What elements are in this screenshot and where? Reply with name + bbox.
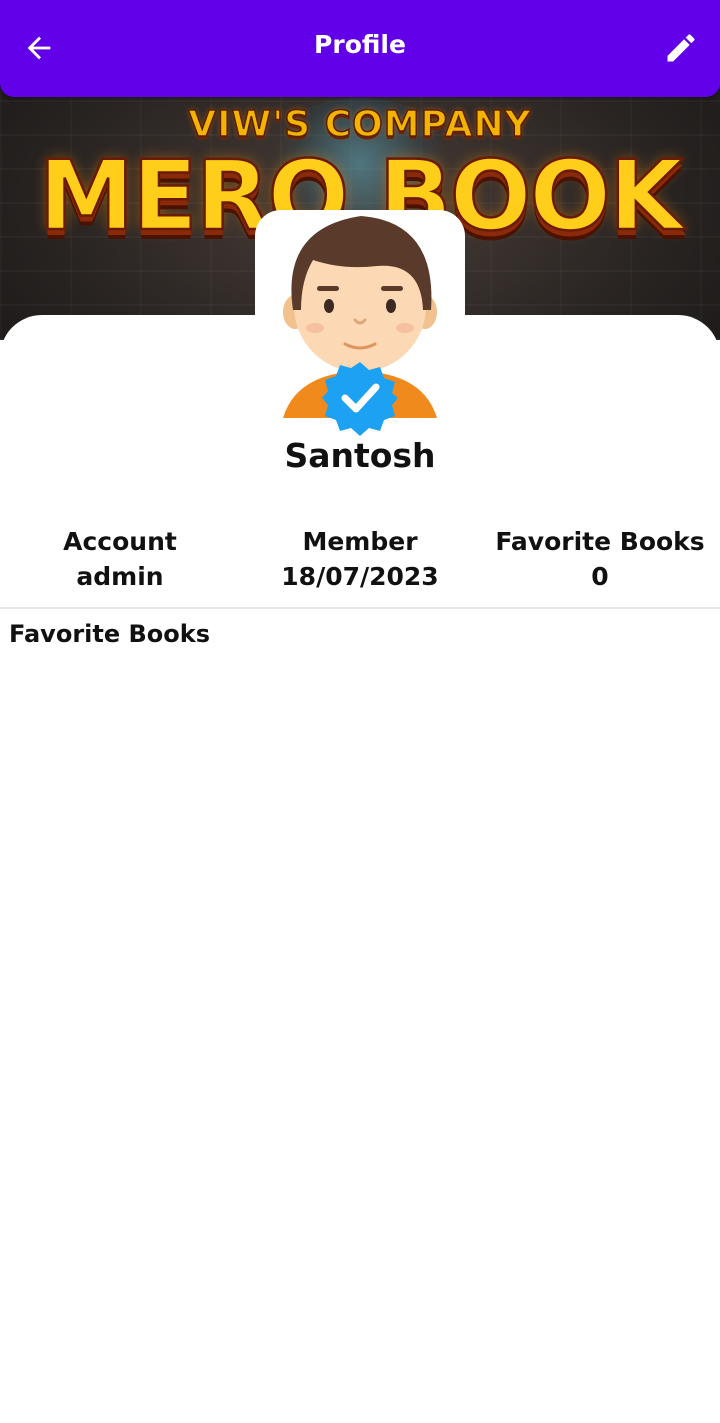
favorite-books-heading: Favorite Books — [9, 620, 210, 648]
stat-account-label: Account — [63, 527, 177, 556]
divider — [0, 607, 720, 609]
pencil-edit-icon — [667, 34, 695, 62]
stat-favorite-books-label: Favorite Books — [495, 527, 705, 556]
profile-name: Santosh — [284, 436, 436, 475]
verified-badge-icon — [322, 362, 398, 436]
stat-member: Member 18/07/2023 — [240, 524, 480, 594]
app-bar: Profile — [0, 0, 720, 97]
stat-favorite-books: Favorite Books 0 — [480, 524, 720, 594]
profile-card — [0, 315, 720, 1423]
stat-account: Account admin — [0, 524, 240, 594]
edit-profile-button[interactable] — [657, 24, 705, 72]
stat-member-label: Member — [302, 527, 418, 556]
stat-favorite-books-value: 0 — [591, 562, 609, 591]
page-title: Profile — [314, 30, 406, 59]
stat-member-value: 18/07/2023 — [281, 562, 439, 591]
stat-account-value: admin — [76, 562, 164, 591]
banner-company-text: VIW'S COMPANY — [188, 103, 532, 146]
